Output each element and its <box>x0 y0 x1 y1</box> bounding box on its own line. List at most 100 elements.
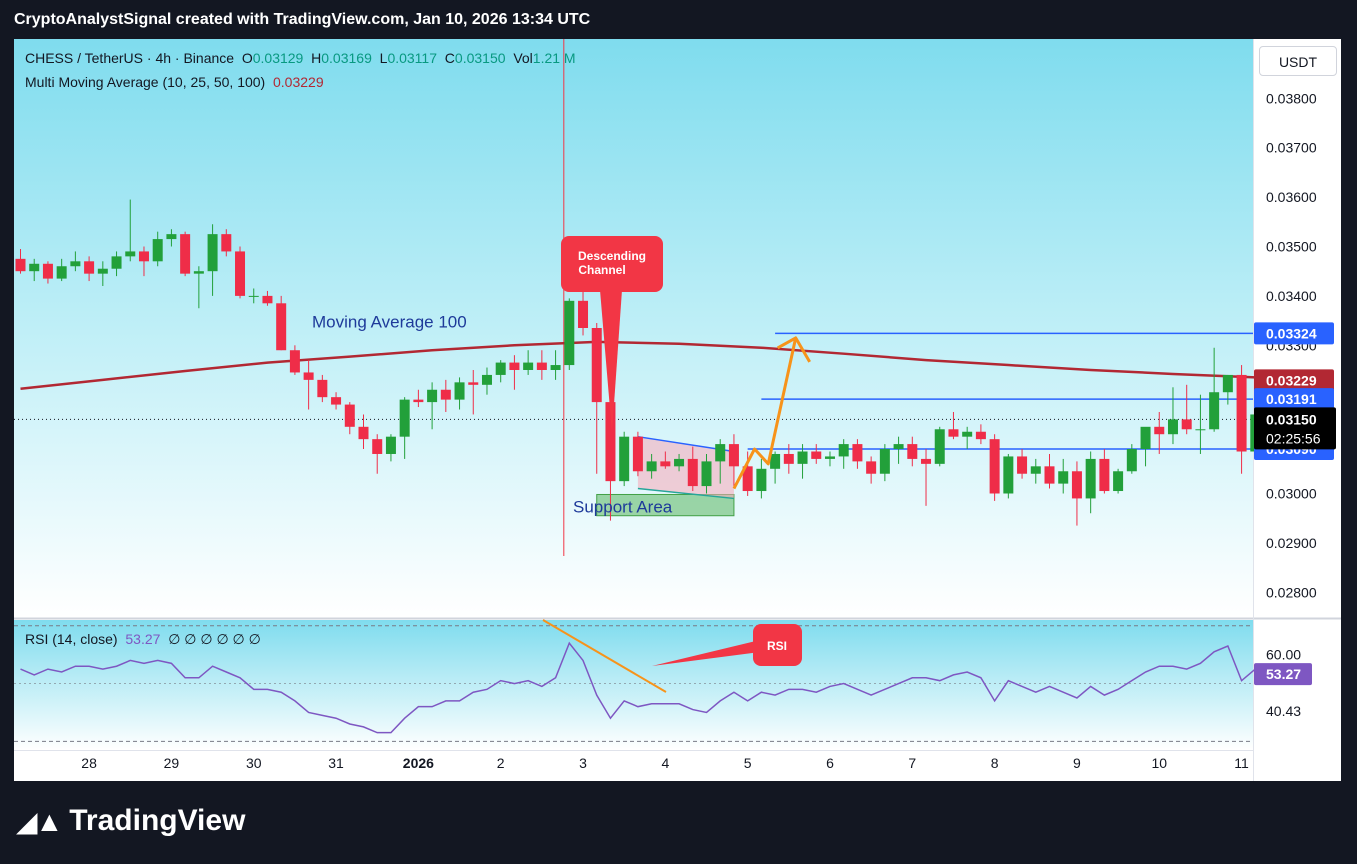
time-tick-label: 10 <box>1151 755 1167 771</box>
candle-body <box>180 234 191 274</box>
candle-body <box>1154 426 1165 435</box>
candle-body <box>591 328 602 403</box>
high-value: 0.03169 <box>321 50 372 66</box>
time-tick-label: 11 <box>1234 755 1249 771</box>
candle-body <box>481 374 492 385</box>
ma-legend[interactable]: Multi Moving Average (10, 25, 50, 100) 0… <box>25 74 324 90</box>
candle-body <box>495 362 506 375</box>
candle-body <box>646 461 657 472</box>
candle-body <box>262 295 273 304</box>
tradingview-logo-icon: ◢▲ <box>16 805 63 837</box>
candle-body <box>701 461 712 487</box>
candle-body <box>70 261 81 267</box>
candle-body <box>207 234 218 272</box>
close-value: 0.03150 <box>454 50 506 66</box>
chart-canvas[interactable]: Moving Average 100 Support Area Descending… <box>0 0 1357 864</box>
ohlc-legend: CHESS / TetherUS · 4h · Binance O0.03129… <box>25 50 576 66</box>
rsi-indicator-label: RSI (14, close) <box>25 631 118 647</box>
candle-body <box>303 372 314 380</box>
close-label: C <box>444 50 455 66</box>
candle-body <box>962 431 973 437</box>
time-tick-label: 30 <box>246 755 262 771</box>
candle-countdown-label: 02:25:56 <box>1266 430 1321 446</box>
candle-body <box>550 365 561 370</box>
ma-price-label: 0.03229 <box>1266 372 1317 388</box>
candle-body <box>756 468 767 492</box>
price-tick-label: 0.03800 <box>1266 90 1317 106</box>
candle-body <box>221 234 232 252</box>
candle-body <box>893 444 904 450</box>
candle-body <box>1113 471 1124 492</box>
candle-body <box>852 444 863 462</box>
candle-body <box>866 461 877 474</box>
candle-body <box>166 234 177 240</box>
rsi-current-label: 53.27 <box>1266 666 1301 682</box>
candle-body <box>468 382 479 385</box>
ma-indicator-label: Multi Moving Average (10, 25, 50, 100) <box>25 74 266 90</box>
candle-body <box>358 426 369 440</box>
time-tick-label: 3 <box>579 755 587 771</box>
time-tick-label: 31 <box>328 755 344 771</box>
candle-body <box>1195 429 1206 431</box>
open-label: O <box>241 50 253 66</box>
candle-body <box>1003 456 1014 494</box>
rsi-legend[interactable]: RSI (14, close) 53.27 ∅ ∅ ∅ ∅ ∅ ∅ <box>25 631 261 648</box>
channel-callout-line2: Channel <box>578 263 625 277</box>
time-tick-label: 28 <box>81 755 97 771</box>
candle-body <box>1181 419 1192 430</box>
time-tick-label: 2 <box>497 755 505 771</box>
candle-body <box>15 258 26 272</box>
candle-body <box>138 251 149 262</box>
candle-body <box>1017 456 1028 474</box>
ma-annotation-text: Moving Average 100 <box>312 313 467 332</box>
candle-body <box>715 444 726 462</box>
candle-body <box>975 431 986 440</box>
rsi-tick-label: 40.43 <box>1266 703 1301 719</box>
level-price-label: 0.03191 <box>1266 391 1317 407</box>
candle-body <box>1058 471 1069 484</box>
tradingview-logo: ◢▲ TradingView <box>16 804 245 838</box>
candle-body <box>838 444 849 457</box>
currency-unit-button[interactable]: USDT <box>1259 46 1337 76</box>
candle-body <box>427 389 438 403</box>
symbol-info[interactable]: CHESS / TetherUS · 4h · Binance <box>25 50 234 66</box>
candle-body <box>1222 374 1233 393</box>
candle-body <box>811 451 822 459</box>
candle-body <box>1167 419 1178 435</box>
candle-body <box>235 251 246 296</box>
candle-body <box>125 251 136 257</box>
price-tick-label: 0.03000 <box>1266 485 1317 501</box>
candle-body <box>1236 374 1247 452</box>
rsi-indicator-value: 53.27 <box>125 631 161 647</box>
time-tick-label: 8 <box>991 755 999 771</box>
candle-body <box>536 362 547 370</box>
candle-body <box>907 444 918 459</box>
rsi-callout-text: RSI <box>767 639 787 653</box>
price-tick-label: 0.03400 <box>1266 288 1317 304</box>
time-tick-label: 6 <box>826 755 834 771</box>
channel-callout-line1: Descending <box>578 249 646 263</box>
current-price-label: 0.03150 <box>1266 411 1317 427</box>
candle-body <box>674 458 685 467</box>
candle-body <box>879 449 890 474</box>
candle-body <box>770 453 781 469</box>
candle-body <box>344 404 355 427</box>
candle-body <box>1140 426 1151 450</box>
candle-body <box>578 300 589 328</box>
candle-body <box>783 453 794 464</box>
price-tick-label: 0.03700 <box>1266 140 1317 156</box>
candle-body <box>454 382 465 400</box>
time-tick-label: 7 <box>908 755 916 771</box>
candle-body <box>331 397 342 405</box>
candle-body <box>84 261 95 274</box>
candle-body <box>824 456 835 459</box>
candle-body <box>276 303 287 351</box>
candle-body <box>372 439 383 454</box>
candle-body <box>1044 466 1055 484</box>
candle-body <box>1071 471 1082 499</box>
time-tick-label: 9 <box>1073 755 1081 771</box>
time-tick-label: 29 <box>164 755 180 771</box>
price-tick-label: 0.03500 <box>1266 238 1317 254</box>
candle-body <box>193 271 204 274</box>
price-tick-label: 0.02900 <box>1266 535 1317 551</box>
